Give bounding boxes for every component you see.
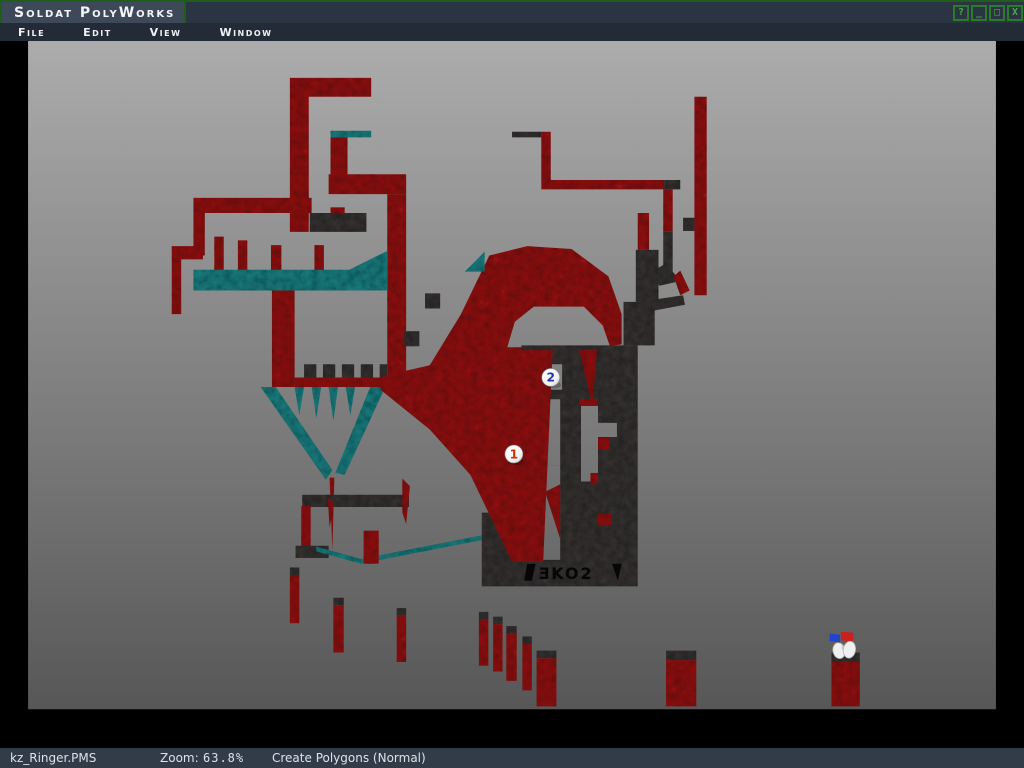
map-polygon-red[interactable] xyxy=(537,658,557,706)
spawn-marker-number: 1 xyxy=(510,447,519,461)
map-polygon-dark[interactable] xyxy=(302,495,409,507)
map-polygon-red[interactable] xyxy=(598,438,609,449)
map-polygon-dark[interactable] xyxy=(333,598,343,606)
map-polygon-red[interactable] xyxy=(506,634,516,681)
map-polygon-red[interactable] xyxy=(331,207,345,213)
minimize-button[interactable]: _ xyxy=(971,5,987,21)
map-polygon-red[interactable] xyxy=(271,245,281,272)
title-box: Soldat PolyWorks xyxy=(0,2,186,25)
map-polygon-red[interactable] xyxy=(272,291,295,387)
map-polygon-red[interactable] xyxy=(238,240,247,272)
status-filename: kz_Ringer.PMS xyxy=(10,751,96,765)
map-polygon-red[interactable] xyxy=(301,506,310,549)
polyworks-window: Soldat PolyWorks ? _ □ X File Edit View … xyxy=(0,0,1024,768)
map-polygon-dark[interactable] xyxy=(537,651,557,659)
map-polygon-hole[interactable] xyxy=(581,406,598,482)
map-svg[interactable]: ƎKO2 1 2 xyxy=(0,41,1024,748)
map-polygon-dark[interactable] xyxy=(404,331,419,346)
map-polygon-red[interactable] xyxy=(590,473,598,484)
close-button[interactable]: X xyxy=(1007,5,1023,21)
menu-file[interactable]: File xyxy=(18,26,45,39)
menu-window[interactable]: Window xyxy=(219,26,272,39)
map-polygon-red[interactable] xyxy=(638,213,649,250)
title-bar[interactable]: Soldat PolyWorks ? _ □ X xyxy=(0,0,1024,23)
map-polygon-hole[interactable] xyxy=(598,423,617,437)
window-controls: ? _ □ X xyxy=(953,5,1023,21)
map-polygon-red[interactable] xyxy=(329,174,407,194)
spawn-marker-number: 2 xyxy=(546,371,555,385)
map-polygon-dark[interactable] xyxy=(493,617,502,625)
help-button[interactable]: ? xyxy=(953,5,969,21)
map-polygon-red[interactable] xyxy=(493,624,502,671)
map-polygon-dark[interactable] xyxy=(479,612,488,620)
map-polygon-red[interactable] xyxy=(666,660,696,706)
map-polygon-red[interactable] xyxy=(314,245,323,272)
map-polygon-red[interactable] xyxy=(333,605,343,652)
menu-edit[interactable]: Edit xyxy=(83,26,112,39)
map-polygon-red[interactable] xyxy=(831,662,859,706)
map-polygon-red[interactable] xyxy=(479,619,488,665)
map-polygon-dark[interactable] xyxy=(310,213,367,232)
map-polygon-red[interactable] xyxy=(694,97,706,295)
menu-view[interactable]: View xyxy=(150,26,182,39)
menu-bar: File Edit View Window xyxy=(0,23,1024,41)
map-polygon-red[interactable] xyxy=(387,194,406,387)
map-polygon-dark[interactable] xyxy=(425,293,440,308)
map-polygon-red[interactable] xyxy=(214,237,223,273)
map-polygon-red[interactable] xyxy=(598,514,611,525)
status-zoom-label: Zoom: xyxy=(160,751,199,765)
map-polygon-dark[interactable] xyxy=(666,651,696,660)
map-canvas[interactable]: ƎKO2 1 2 xyxy=(0,41,1024,748)
map-polygon-dark[interactable] xyxy=(636,250,659,302)
status-bar: kz_Ringer.PMS Zoom: 63.8% Create Polygon… xyxy=(0,748,1024,768)
map-polygon-teal[interactable] xyxy=(331,131,372,138)
map-polygon-dark[interactable] xyxy=(290,567,299,575)
map-polygon-red[interactable] xyxy=(290,575,299,623)
status-tool-mode: Create Polygons (Normal) xyxy=(272,751,426,765)
map-polygon-dark[interactable] xyxy=(397,608,406,616)
map-polygon-dark[interactable] xyxy=(512,132,541,138)
map-polygon-dark[interactable] xyxy=(506,626,516,634)
map-polygon-red[interactable] xyxy=(579,399,598,406)
map-polygon-dark[interactable] xyxy=(522,636,531,644)
map-polygon-red[interactable] xyxy=(663,189,672,232)
status-zoom-value: 63.8% xyxy=(203,751,244,765)
map-polygon-red[interactable] xyxy=(397,616,406,662)
window-title: Soldat PolyWorks xyxy=(14,5,175,21)
map-polygon-red[interactable] xyxy=(522,644,531,690)
map-polygon-dark[interactable] xyxy=(683,218,694,231)
maximize-button[interactable]: □ xyxy=(989,5,1005,21)
map-name-glyphs: ƎKO2 xyxy=(538,564,593,583)
map-polygon-dark[interactable] xyxy=(624,302,655,345)
map-polygon-dark[interactable] xyxy=(664,180,680,189)
map-polygon-red[interactable] xyxy=(364,531,379,564)
map-polygon-red[interactable] xyxy=(331,137,348,180)
